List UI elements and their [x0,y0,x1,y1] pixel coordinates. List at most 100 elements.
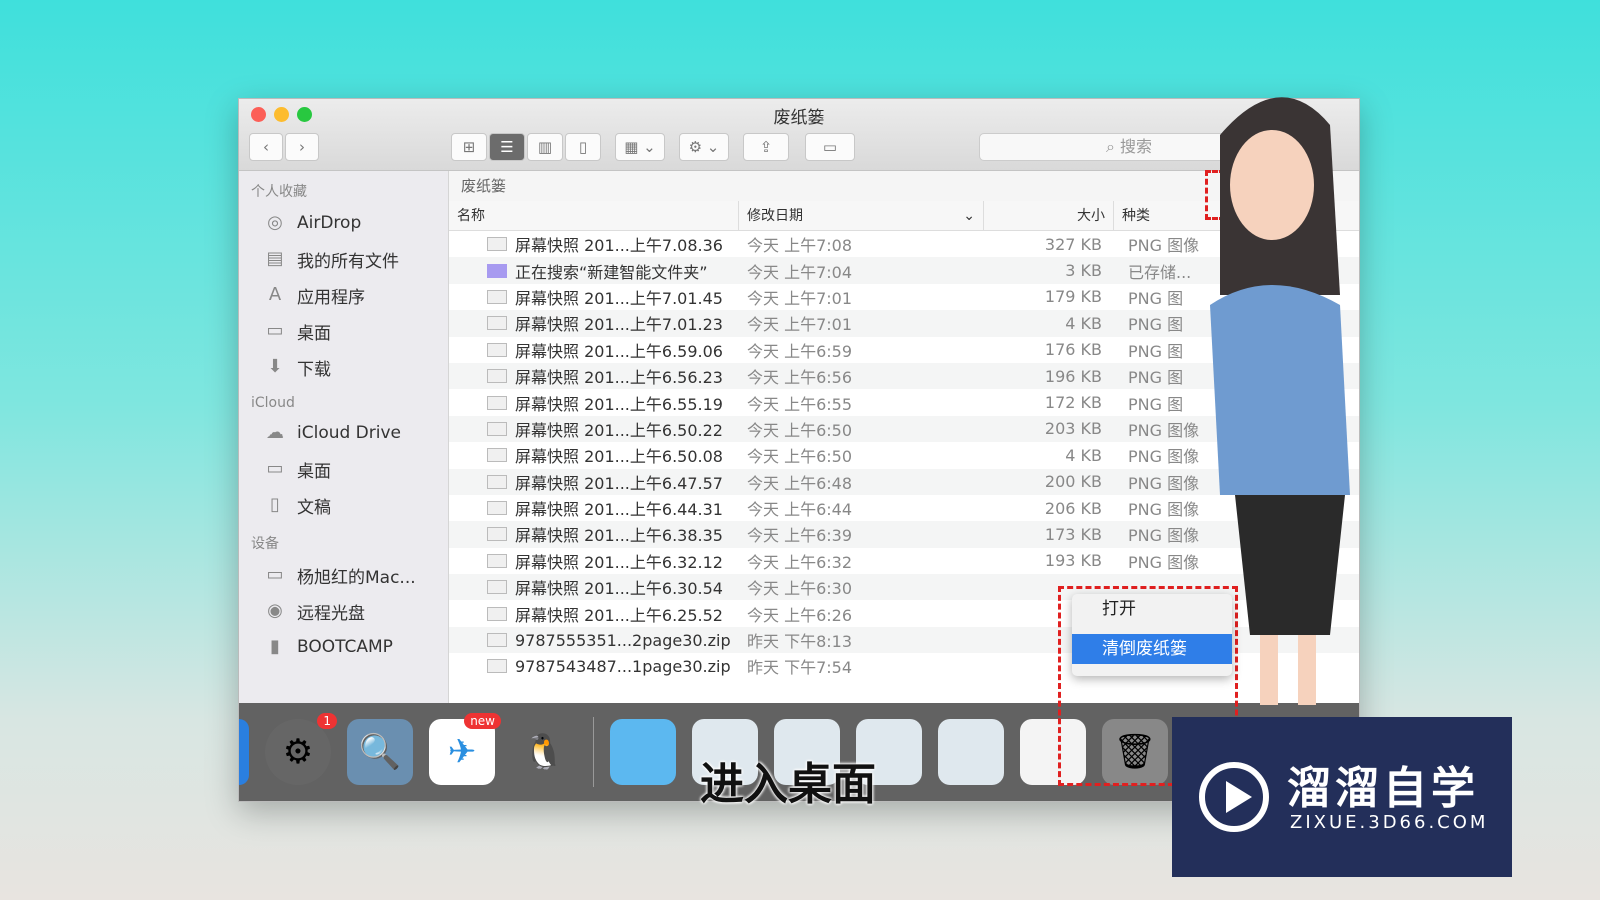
sidebar-item[interactable]: ⬇ 下载 [239,349,448,385]
arrange-button[interactable]: ▦ ⌄ [615,133,665,161]
sidebar-item-label: 远程光盘 [297,603,365,624]
column-kind[interactable]: 种类 [1114,201,1158,230]
file-icon [487,342,507,357]
file-size: 193 KB [1044,551,1102,571]
sidebar-item[interactable]: ◉ 远程光盘 [239,593,448,629]
sidebar: 个人收藏 ◎ AirDrop ▤ 我的所有文件 A 应用程序 ▭ 桌面 ⬇ 下载 iCloud ☁ iCl… [239,171,449,703]
dock-divider [593,717,594,787]
file-date: 今天 上午7:08 [747,236,853,256]
file-date: 今天 上午7:01 [747,288,853,308]
sidebar-item[interactable]: ▭ 杨旭红的Mac... [239,557,448,593]
file-date: 今天 上午6:50 [747,420,853,440]
list-view-button[interactable]: ☰ [489,133,525,161]
file-size: 327 KB [1044,234,1102,254]
file-date: 今天 上午6:26 [747,605,853,625]
file-icon [487,553,507,568]
file-name: 屏幕快照 201...上午6.30.54 [515,579,723,599]
file-name: 9787555351...2page30.zip [515,630,731,650]
file-size: 179 KB [1044,287,1102,307]
icon-view-button[interactable]: ⊞ [451,133,487,161]
file-name: 屏幕快照 201...上午6.59.06 [515,341,723,361]
file-size: 4 KB [1065,445,1102,465]
file-name: 屏幕快照 201...上午6.56.23 [515,368,723,388]
file-date: 今天 上午6:56 [747,368,853,388]
zixue-logo: 溜溜自学 ZIXUE.3D66.COM [1172,717,1512,877]
sidebar-item-label: 杨旭红的Mac... [297,567,416,588]
airdrop-icon: ◎ [267,212,283,233]
qq-dock-icon[interactable]: 🐧 [511,719,577,785]
sidebar-section-title: 个人收藏 [251,184,307,200]
file-date: 昨天 下午8:13 [747,632,853,652]
file-icon [487,606,507,621]
gear-icon[interactable]: ⚙ ⌄ [679,133,729,161]
sidebar-item[interactable]: ◎ AirDrop [239,205,448,241]
file-icon [487,527,507,542]
sidebar-item-label: 桌面 [297,461,331,482]
download-icon: ⬇ [267,356,283,377]
sidebar-item[interactable]: ▤ 我的所有文件 [239,241,448,277]
column-date[interactable]: 修改日期 [747,201,803,230]
system-preferences-dock-icon[interactable]: ⚙ 1 [265,713,337,785]
file-name: 屏幕快照 201...上午6.25.52 [515,605,723,625]
file-date: 今天 上午7:04 [747,262,853,282]
sidebar-item-label: AirDrop [297,213,362,233]
notification-badge: 1 [317,713,337,729]
sidebar-item-label: 我的所有文件 [297,251,399,272]
sidebar-item[interactable]: A 应用程序 [239,277,448,313]
column-size[interactable]: 大小 [984,201,1114,230]
file-date: 今天 上午6:30 [747,579,853,599]
file-name: 屏幕快照 201...上午7.01.45 [515,288,723,308]
file-icon [487,474,507,489]
chevron-down-icon: ⌄ [963,208,975,224]
document-icon: ▯ [270,494,280,515]
search-icon: ⌕ [1105,137,1121,156]
file-size: 172 KB [1044,393,1102,413]
file-name: 正在搜索“新建智能文件夹” [515,262,708,282]
file-icon [487,289,507,304]
file-kind: PNG 图 [1128,288,1184,308]
file-date: 今天 上午7:01 [747,315,853,335]
file-name: 屏幕快照 201...上午6.50.22 [515,420,723,440]
file-date: 今天 上午6:39 [747,526,853,546]
file-size: 4 KB [1065,313,1102,333]
logo-url: ZIXUE.3D66.COM [1290,812,1489,833]
sidebar-item[interactable]: ▮ BOOTCAMP [239,629,448,665]
search-placeholder: 搜索 [1120,137,1153,156]
file-date: 昨天 下午7:54 [747,658,853,678]
cover-flow-button[interactable]: ▯ [565,133,601,161]
all-files-icon: ▤ [266,248,284,269]
sidebar-item[interactable]: ☁ iCloud Drive [239,415,448,451]
file-icon [487,395,507,410]
back-button[interactable]: ‹ [249,133,283,161]
tag-icon[interactable]: ▭ [805,133,855,161]
file-name: 屏幕快照 201...上午6.47.57 [515,473,723,493]
file-icon [487,421,507,436]
preview-dock-icon[interactable]: 🔍 [347,719,413,785]
column-view-button[interactable]: ▥ [527,133,563,161]
finder-dock-icon[interactable] [239,719,249,785]
applications-icon: A [268,284,282,305]
play-logo-icon [1199,762,1269,832]
file-size: 203 KB [1044,419,1102,439]
window-thumbnail-4[interactable] [938,719,1004,785]
file-icon [487,633,507,648]
sidebar-item[interactable]: ▯ 文稿 [239,487,448,523]
bird-app-dock-icon[interactable]: ✈ new [429,713,501,785]
file-date: 今天 上午6:55 [747,394,853,414]
file-name: 屏幕快照 201...上午7.01.23 [515,315,723,335]
file-kind: PNG 图 [1128,315,1184,335]
laptop-icon: ▭ [266,564,284,585]
sidebar-item[interactable]: ▭ 桌面 [239,451,448,487]
file-name: 9787543487...1page30.zip [515,656,731,676]
file-name: 屏幕快照 201...上午7.08.36 [515,236,723,256]
file-date: 今天 上午6:50 [747,447,853,467]
forward-button[interactable]: › [285,133,319,161]
folder-dock-icon[interactable] [610,719,676,785]
file-icon [487,263,507,278]
column-name[interactable]: 名称 [449,201,739,230]
file-icon [487,316,507,331]
sidebar-item[interactable]: ▭ 桌面 [239,313,448,349]
new-badge: new [464,713,501,729]
file-name: 屏幕快照 201...上午6.55.19 [515,394,723,414]
share-icon[interactable]: ⇪ [743,133,789,161]
